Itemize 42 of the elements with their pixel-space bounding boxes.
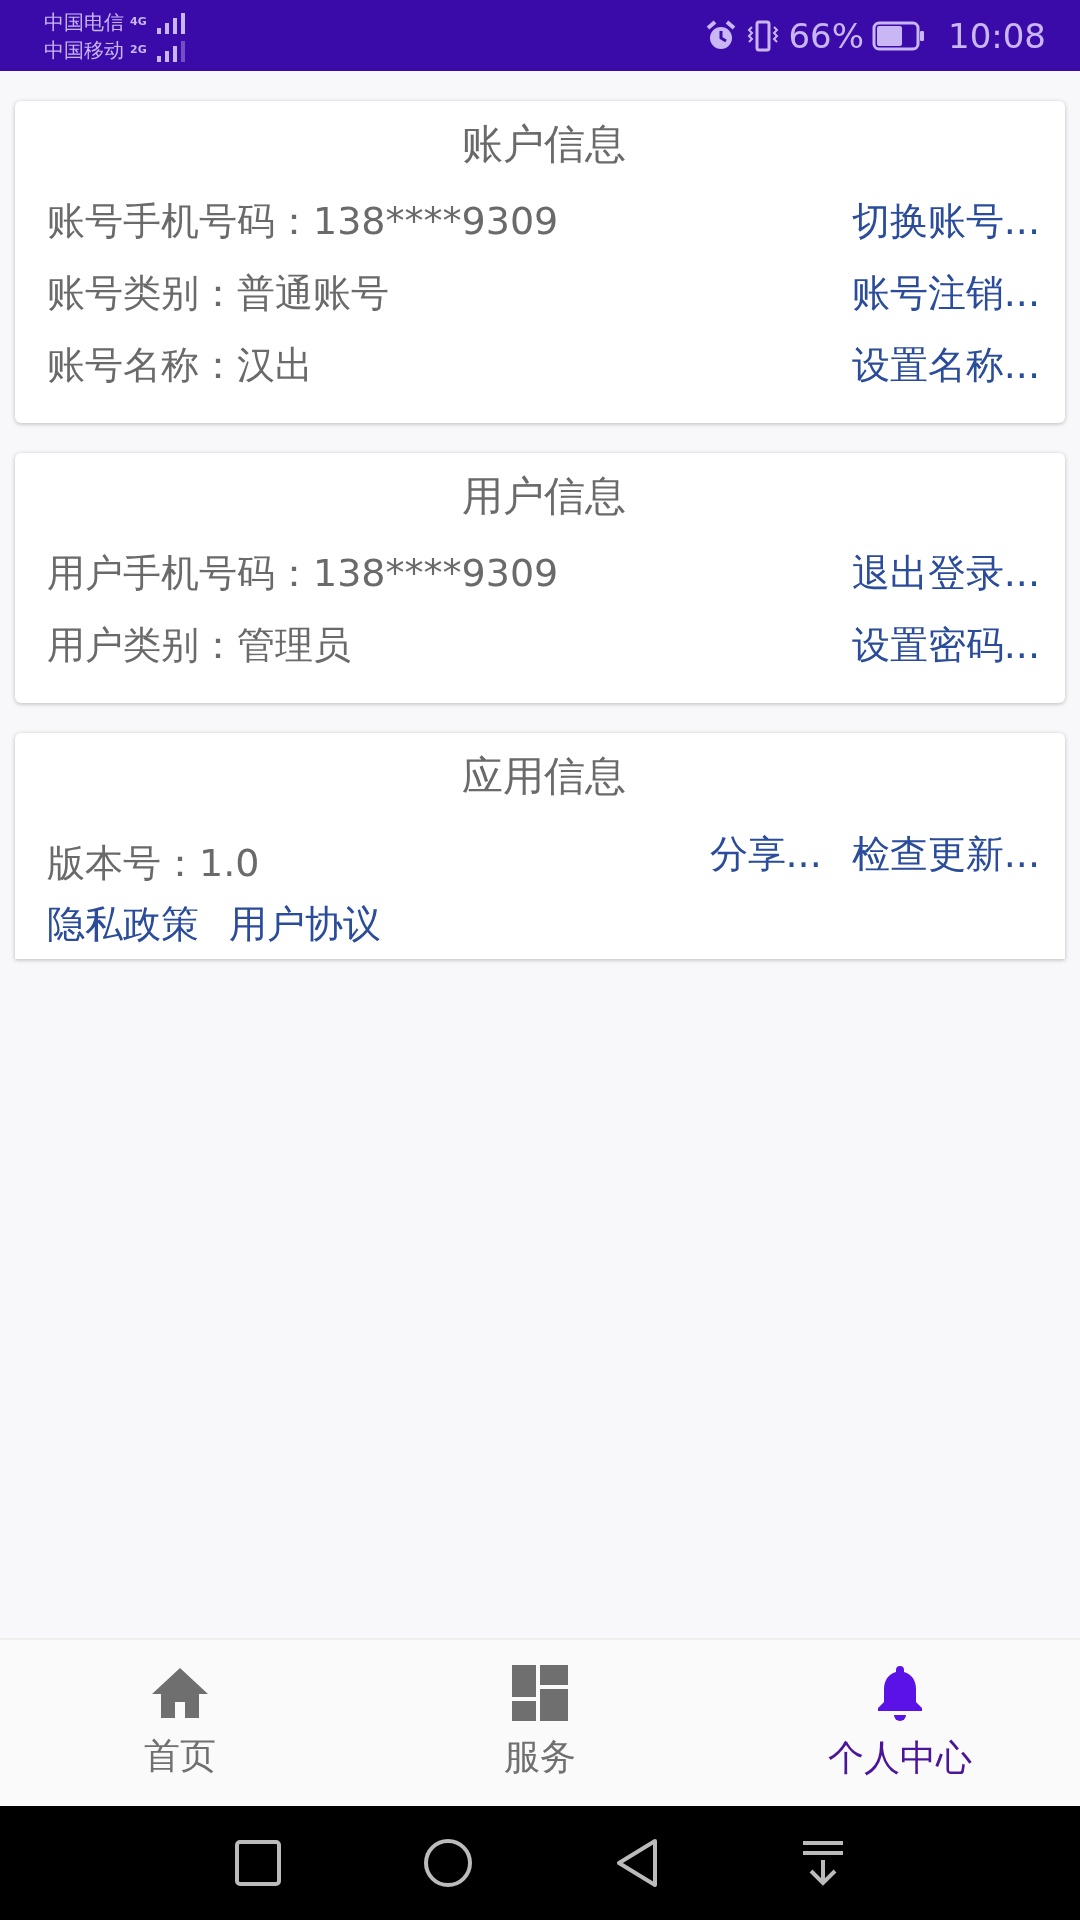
nav-tab[interactable]: 个人中心 [720,1640,1080,1806]
battery-percent: 66% [788,15,864,56]
field-value: 138****9309 [313,551,559,595]
nav-tab[interactable]: 服务 [360,1640,720,1806]
field-value: 普通账号 [237,269,389,317]
policy-link[interactable]: 用户协议 [229,899,381,950]
nav-tab[interactable]: 首页 [0,1640,360,1806]
field-label: 版本号： [47,839,199,887]
field-value: 管理员 [237,621,351,669]
action-link[interactable]: 账号注销... [851,267,1040,319]
notification-pull-button[interactable] [801,1840,845,1886]
action-link[interactable]: 检查更新... [851,829,1040,880]
action-link[interactable]: 设置密码... [851,619,1040,671]
clock-time: 10:08 [948,15,1046,56]
field-label: 账号类别： [47,269,237,317]
network-type: 2G [130,41,147,58]
field-label: 用户类别： [47,621,237,669]
field-label: 账号名称： [47,341,237,389]
home-icon [150,1665,210,1720]
vibrate-icon [746,18,781,53]
policy-link[interactable]: 隐私政策 [47,899,199,950]
action-link[interactable]: 设置名称... [851,339,1040,391]
action-link[interactable]: 分享... [709,829,822,880]
recents-button[interactable] [235,1840,281,1886]
back-button[interactable] [615,1838,659,1888]
network-type: 4G [130,13,147,30]
field-value: 138****9309 [313,199,559,243]
card-title: 应用信息 [460,751,627,802]
field-label: 用户手机号码： [47,549,313,597]
field-value: 1.0 [199,841,260,885]
carrier-name: 中国移动 [44,36,124,63]
carrier-name: 中国电信 [44,8,124,35]
card-title: 用户信息 [460,471,627,522]
card-title: 账户信息 [460,119,627,170]
field-label: 账号手机号码： [47,197,313,245]
home-button[interactable] [423,1838,473,1888]
action-link[interactable]: 退出登录... [851,547,1040,599]
action-link[interactable]: 切换账号... [851,195,1040,247]
field-value: 汉出 [237,341,313,389]
battery-icon [872,20,926,51]
dashboard-icon [512,1664,568,1721]
bell-icon [875,1663,925,1722]
